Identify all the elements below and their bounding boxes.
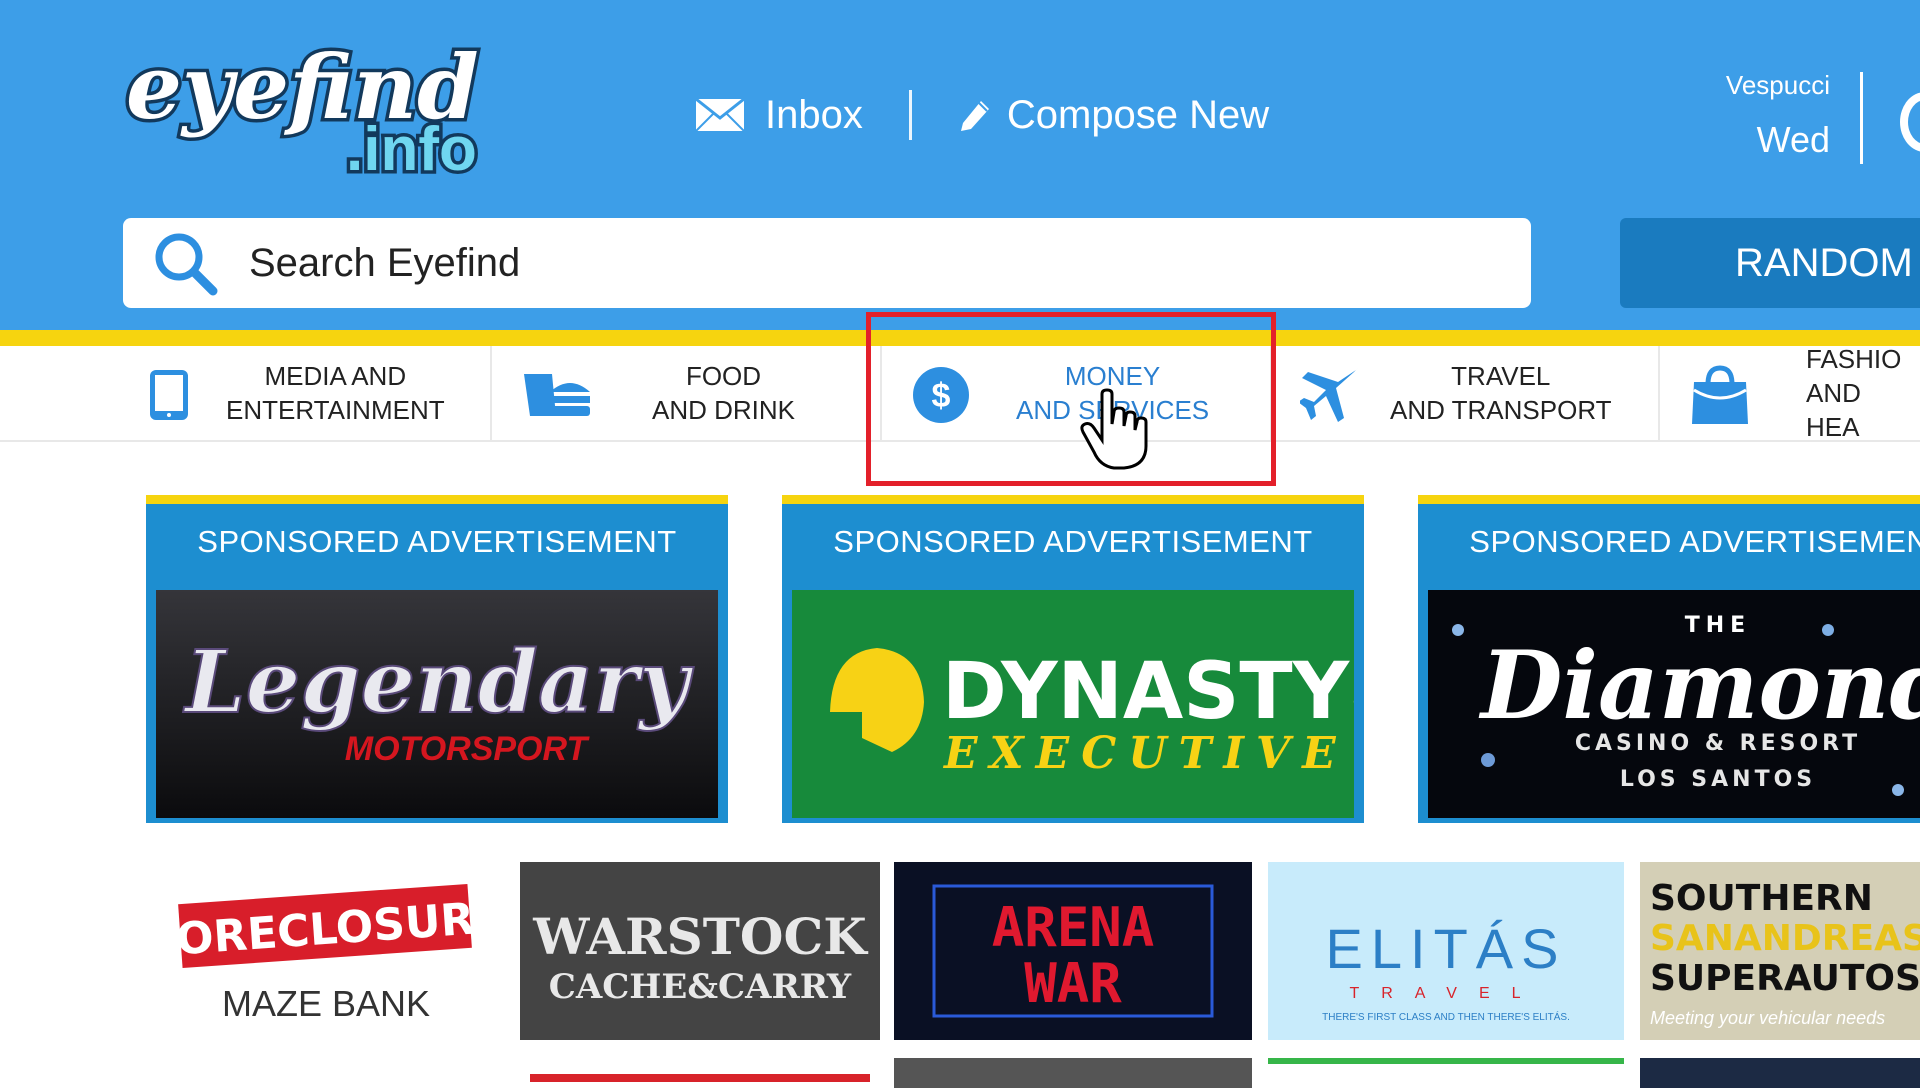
diamond-casino-ad[interactable]: THE Diamond CASINO & RESORT LOS SANTOS [1428, 590, 1920, 818]
logo-domain: .info [346, 115, 477, 184]
tile-row2-partial[interactable] [1268, 1058, 1624, 1088]
envelope-icon [695, 98, 745, 132]
tile-southern-sa-superautos[interactable]: SOUTHERN SANANDREAS SUPERAUTOS.COM Meeti… [1640, 862, 1920, 1040]
pencil-icon [960, 101, 989, 131]
svg-text:WAR: WAR [1024, 952, 1122, 1015]
svg-text:ARENA: ARENA [992, 896, 1155, 959]
sponsored-title: SPONSORED ADVERTISEMENT [833, 524, 1313, 559]
shopping-bag-icon [1692, 365, 1748, 424]
burger-icon [524, 374, 590, 416]
svg-text:LOS SANTOS: LOS SANTOS [1620, 767, 1816, 792]
category-separator [490, 346, 492, 440]
inbox-link[interactable]: Inbox [695, 93, 863, 138]
sponsored-title: SPONSORED ADVERTISEMENT [1469, 524, 1920, 559]
compose-label: Compose New [1006, 92, 1270, 137]
svg-text:EXECUTIVE: EXECUTIVE [942, 728, 1348, 779]
svg-text:Legendary: Legendary [182, 632, 694, 733]
highlight-annotation-box [866, 312, 1276, 486]
tile-warstock[interactable]: WARSTOCK CACHE&CARRY [520, 862, 880, 1040]
location-text: Vespucci [1725, 70, 1830, 100]
svg-text:Meeting your vehicular needs: Meeting your vehicular needs [1650, 1008, 1885, 1028]
header-separator [1860, 72, 1863, 164]
compose-new-link[interactable]: Compose New [957, 93, 1269, 138]
svg-text:CASINO & RESORT: CASINO & RESORT [1575, 731, 1861, 756]
search-icon [155, 233, 218, 296]
svg-text:SANANDREAS: SANANDREAS [1650, 918, 1920, 959]
category-label: FOOD AND DRINK [652, 361, 796, 425]
category-fashion-health[interactable]: FASHIO AND HEA [1690, 344, 1920, 442]
tile-arena-war[interactable]: ARENA WAR [894, 862, 1252, 1040]
svg-text:WARSTOCK: WARSTOCK [532, 907, 868, 966]
tile-elitas-travel[interactable]: ELITÁS TRAVEL THERE'S FIRST CLASS AND TH… [1268, 862, 1624, 1040]
top-navigation: Inbox Compose New [695, 85, 1269, 145]
svg-text:ELITÁS: ELITÁS [1326, 917, 1567, 980]
day-text: Wed [1756, 119, 1830, 160]
svg-text:TRAVEL: TRAVEL [1349, 985, 1542, 1002]
category-label: TRAVEL AND TRANSPORT [1390, 361, 1612, 425]
legendary-motorsport-ad[interactable]: Legendary MOTORSPORT [156, 590, 718, 818]
sponsored-ad-1[interactable]: SPONSORED ADVERTISEMENT Legendary MOTORS… [146, 495, 728, 823]
dynasty8-executive-ad[interactable]: DYNASTY8 EXECUTIVE [792, 590, 1354, 818]
svg-text:SUPERAUTOS.COM: SUPERAUTOS.COM [1650, 958, 1920, 999]
category-media-entertainment[interactable]: MEDIA AND ENTERTAINMENT [140, 346, 445, 440]
tile-row2-partial[interactable] [520, 1058, 880, 1088]
tile-row2-partial[interactable] [894, 1058, 1252, 1088]
sponsored-title: SPONSORED ADVERTISEMENT [197, 524, 677, 559]
search-input[interactable]: Search Eyefind [249, 241, 520, 286]
svg-text:DYNASTY8: DYNASTY8 [942, 647, 1354, 737]
inbox-label: Inbox [765, 92, 863, 137]
category-separator [1658, 346, 1660, 440]
sponsored-ad-2[interactable]: SPONSORED ADVERTISEMENT DYNASTY8 EXECUTI… [782, 495, 1364, 823]
category-food-drink[interactable]: FOOD AND DRINK [520, 346, 795, 440]
svg-text:THERE'S FIRST CLASS AND THEN T: THERE'S FIRST CLASS AND THEN THERE'S ELI… [1322, 1010, 1570, 1023]
sponsored-ad-3[interactable]: SPONSORED ADVERTISEMENT THE Diamond CASI… [1418, 495, 1920, 823]
category-travel-transport[interactable]: TRAVEL AND TRANSPORT [1300, 346, 1612, 440]
category-label: MEDIA AND ENTERTAINMENT [226, 361, 445, 425]
random-button[interactable]: RANDOM [1620, 218, 1920, 308]
hand-cursor-icon [1080, 388, 1148, 470]
svg-text:CACHE&CARRY: CACHE&CARRY [549, 967, 852, 1007]
svg-text:MAZE BANK: MAZE BANK [222, 983, 430, 1024]
tablet-icon [150, 370, 188, 420]
svg-text:Diamond: Diamond [1478, 631, 1920, 741]
eyefind-logo[interactable]: eyefind .info [118, 20, 538, 195]
tile-row2-partial[interactable] [1640, 1058, 1920, 1088]
nav-separator [908, 90, 912, 140]
tile-maze-bank-foreclosure[interactable]: FORECLOSURE MAZE BANK [140, 862, 510, 1040]
plane-icon [1300, 368, 1358, 422]
search-bar[interactable]: Search Eyefind [123, 218, 1531, 308]
svg-text:MOTORSPORT: MOTORSPORT [345, 730, 591, 768]
category-label: FASHIO AND HEA [1806, 344, 1902, 442]
user-info: Vespucci Wed [1680, 70, 1830, 161]
svg-text:SOUTHERN: SOUTHERN [1650, 878, 1873, 919]
